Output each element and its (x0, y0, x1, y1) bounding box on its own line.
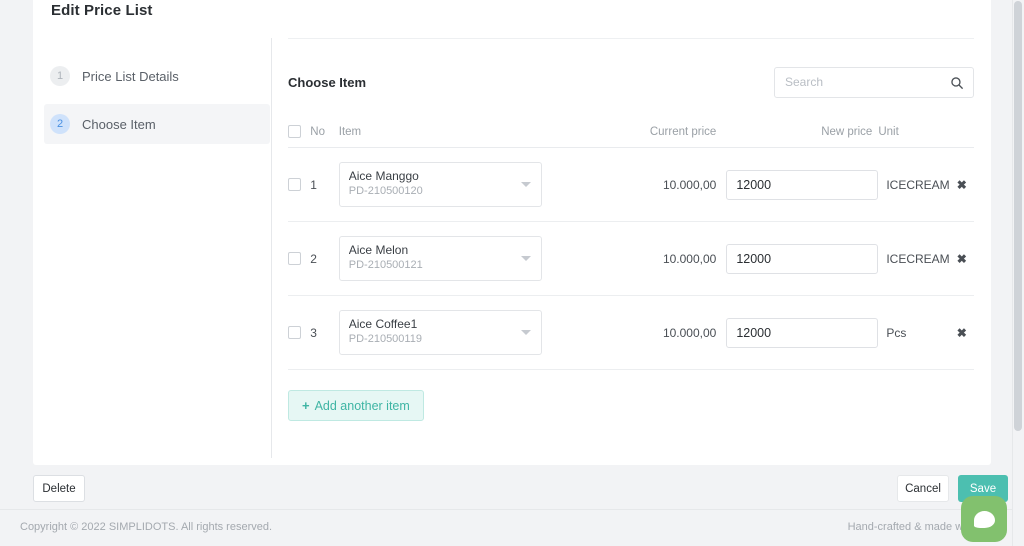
step-label: Choose Item (82, 116, 156, 132)
item-name: Aice Coffee1 (348, 317, 418, 331)
close-icon[interactable]: ✖ (957, 253, 967, 265)
new-price-cell (724, 221, 879, 296)
column-header-no: No (310, 125, 339, 148)
select-all-checkbox[interactable] (288, 125, 301, 138)
app-page: Edit Price List 1 Price List Details 2 C… (0, 0, 1024, 546)
table-row: 3 Aice Coffee1 PD-210500119 10.000,00 12… (288, 295, 974, 370)
page-title: Edit Price List (51, 2, 153, 19)
column-header-item: Item (338, 125, 623, 148)
table-row: 2 Aice Melon PD-210500121 10.000,00 1200… (288, 221, 974, 296)
panel-title: Choose Item (288, 74, 367, 90)
table-body: 1 Aice Manggo PD-210500120 10.000,00 120… (288, 147, 974, 370)
current-price-value: 10.000,00 (622, 221, 725, 296)
sidebar-item-price-list-details[interactable]: 1 Price List Details (44, 56, 270, 96)
column-header-remove (949, 125, 974, 148)
plus-icon: + (302, 398, 310, 413)
add-another-item-button[interactable]: + Add another item (288, 390, 424, 421)
table-header: No Item Current price New price Unit (288, 125, 974, 148)
remove-row-cell: ✖ (949, 295, 974, 370)
choose-item-panel: Choose Item No Item (288, 38, 974, 421)
current-price-value: 10.000,00 (622, 147, 725, 222)
chat-widget-button[interactable] (961, 496, 1007, 542)
row-select-cell (288, 295, 311, 370)
row-number: 3 (310, 295, 339, 370)
item-select[interactable]: Aice Melon PD-210500121 (338, 236, 542, 281)
panel-top-divider (288, 38, 974, 39)
page-scrollbar[interactable] (1012, 0, 1024, 546)
footer-copyright: Copyright © 2022 SIMPLIDOTS. All rights … (20, 521, 273, 533)
cancel-button[interactable]: Cancel (897, 475, 949, 502)
new-price-cell (724, 295, 879, 370)
select-all-header (288, 125, 311, 148)
remove-row-cell: ✖ (949, 221, 974, 296)
row-item-cell: Aice Manggo PD-210500120 (338, 147, 623, 222)
new-price-input[interactable] (726, 243, 879, 274)
sidebar-item-choose-item[interactable]: 2 Choose Item (44, 104, 270, 144)
new-price-input[interactable] (726, 317, 879, 348)
footer: Copyright © 2022 SIMPLIDOTS. All rights … (0, 511, 1012, 546)
table-header-row: No Item Current price New price Unit (288, 125, 974, 148)
unit-value: ICECREAM (878, 147, 950, 222)
new-price-input[interactable] (726, 169, 879, 200)
current-price-value: 10.000,00 (622, 295, 725, 370)
vertical-divider (271, 38, 272, 458)
item-select[interactable]: Aice Manggo PD-210500120 (338, 162, 542, 207)
items-table: No Item Current price New price Unit 1 A… (288, 125, 974, 370)
item-select[interactable]: Aice Coffee1 PD-210500119 (338, 310, 542, 355)
column-header-unit: Unit (878, 125, 950, 148)
search-icon (951, 76, 964, 89)
row-checkbox[interactable] (288, 326, 301, 339)
add-another-item-label: Add another item (314, 398, 410, 413)
step-navigation: 1 Price List Details 2 Choose Item (44, 56, 270, 144)
remove-row-cell: ✖ (949, 147, 974, 222)
close-icon[interactable]: ✖ (957, 327, 967, 339)
panel-header: Choose Item (288, 65, 974, 99)
column-header-current-price: Current price (622, 125, 725, 148)
search-input[interactable] (775, 67, 973, 97)
row-select-cell (288, 221, 311, 296)
search-box[interactable] (774, 66, 974, 98)
chevron-down-icon (520, 256, 531, 261)
row-item-cell: Aice Coffee1 PD-210500119 (338, 295, 623, 370)
item-code: PD-210500119 (348, 333, 422, 345)
step-label: Price List Details (82, 68, 179, 84)
item-name: Aice Melon (348, 243, 409, 257)
chat-bubble-icon (973, 510, 995, 528)
row-item-cell: Aice Melon PD-210500121 (338, 221, 623, 296)
item-code: PD-210500120 (348, 185, 423, 197)
scrollbar-thumb[interactable] (1014, 1, 1022, 431)
new-price-cell (724, 147, 879, 222)
close-icon[interactable]: ✖ (957, 179, 967, 191)
unit-value: Pcs (878, 295, 950, 370)
unit-value: ICECREAM (878, 221, 950, 296)
row-checkbox[interactable] (288, 252, 301, 265)
action-bar: Delete Cancel Save (0, 465, 1012, 510)
step-number-badge: 2 (50, 114, 70, 134)
chevron-down-icon (520, 182, 531, 187)
delete-button[interactable]: Delete (33, 475, 85, 502)
row-select-cell (288, 147, 311, 222)
row-number: 1 (310, 147, 339, 222)
edit-price-list-card: Edit Price List 1 Price List Details 2 C… (33, 0, 991, 465)
item-code: PD-210500121 (348, 259, 423, 271)
column-header-new-price: New price (724, 125, 879, 148)
item-name: Aice Manggo (348, 169, 419, 183)
step-number-badge: 1 (50, 66, 70, 86)
row-checkbox[interactable] (288, 178, 301, 191)
table-row: 1 Aice Manggo PD-210500120 10.000,00 120… (288, 147, 974, 222)
chevron-down-icon (520, 330, 531, 335)
row-number: 2 (310, 221, 339, 296)
